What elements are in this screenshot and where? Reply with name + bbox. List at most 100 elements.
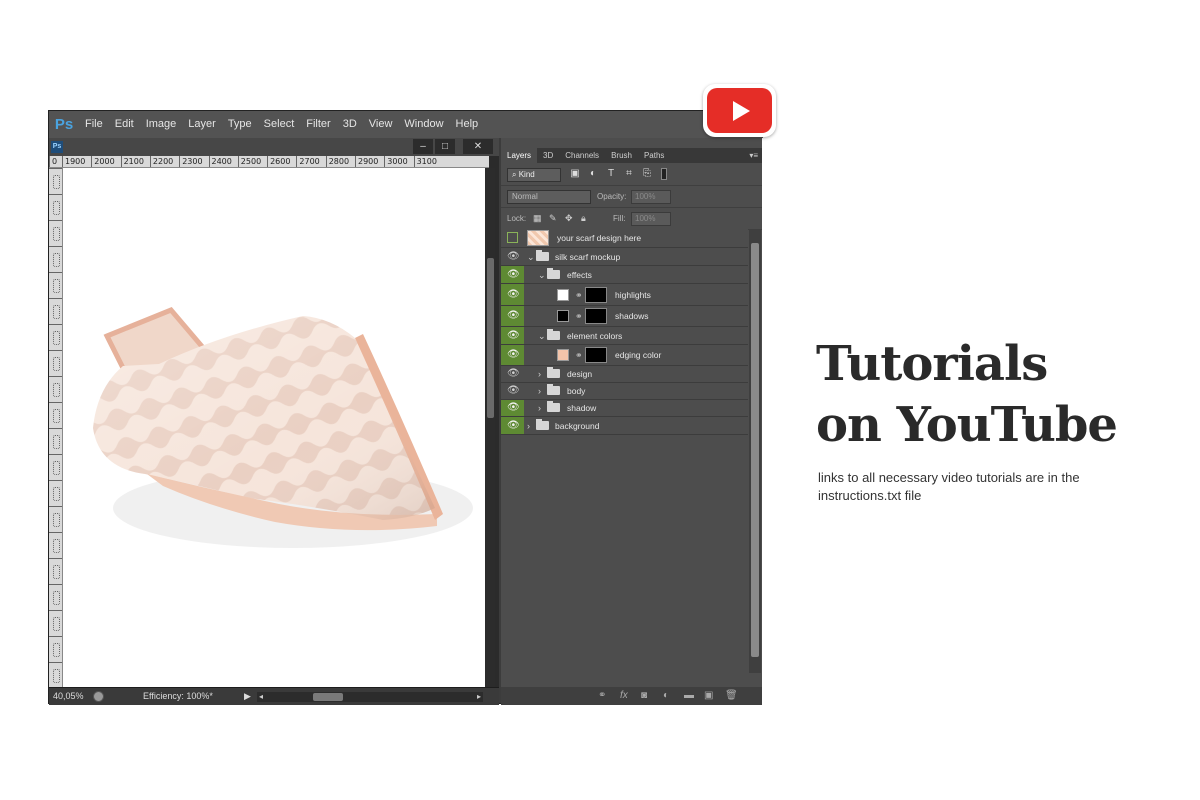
trash-icon[interactable]: 🗑︎: [725, 690, 738, 702]
new-group-icon[interactable]: ▬: [684, 690, 694, 702]
adjustment-layer-icon[interactable]: ◐: [663, 690, 669, 702]
scroll-thumb[interactable]: [487, 258, 494, 418]
visibility-toggle[interactable]: 👁︎: [501, 400, 524, 416]
lock-pixels-icon[interactable]: ✎: [549, 213, 557, 224]
close-button[interactable]: ✕: [463, 139, 493, 154]
layer-row-fill[interactable]: 👁︎ ⚭ highlights: [501, 284, 748, 306]
color-swatch[interactable]: [557, 289, 569, 301]
eye-icon: 👁︎: [507, 368, 520, 380]
layer-name: effects: [567, 269, 592, 281]
lock-row: Lock: ▦ ✎ ✥ 🔒︎ Fill: 100%: [501, 208, 762, 230]
youtube-badge[interactable]: [703, 84, 776, 137]
type-filter-icon[interactable]: T: [605, 168, 617, 180]
menu-view[interactable]: View: [363, 111, 399, 138]
status-info-icon[interactable]: [93, 691, 104, 702]
tab-channels[interactable]: Channels: [559, 148, 605, 163]
menu-select[interactable]: Select: [258, 111, 301, 138]
chevron-down-icon[interactable]: ⌄: [527, 251, 535, 263]
visibility-toggle[interactable]: 👁︎: [501, 306, 524, 326]
tab-brush[interactable]: Brush: [605, 148, 638, 163]
scroll-left-icon[interactable]: ◂: [259, 692, 263, 701]
visibility-toggle[interactable]: 👁︎: [501, 266, 524, 283]
visibility-toggle[interactable]: [501, 229, 524, 247]
document-vertical-scrollbar[interactable]: [486, 168, 495, 687]
menu-window[interactable]: Window: [398, 111, 449, 138]
eye-icon: 👁︎: [507, 402, 520, 414]
chevron-right-icon[interactable]: ›: [538, 368, 541, 380]
blend-mode-select[interactable]: Normal: [507, 190, 591, 204]
tab-paths[interactable]: Paths: [638, 148, 670, 163]
scroll-thumb[interactable]: [313, 693, 343, 701]
link-layers-icon[interactable]: ⚭: [598, 690, 606, 702]
filter-toggle[interactable]: [661, 168, 667, 180]
chevron-right-icon[interactable]: ›: [527, 420, 530, 432]
link-icon[interactable]: ⚭: [575, 310, 583, 322]
ruler-tick: [49, 532, 63, 558]
layer-row-group[interactable]: 👁︎ › shadow: [501, 400, 748, 417]
menu-image[interactable]: Image: [140, 111, 183, 138]
pixel-filter-icon[interactable]: ▣: [569, 168, 581, 180]
menu-edit[interactable]: Edit: [109, 111, 140, 138]
visibility-toggle[interactable]: 👁︎: [501, 248, 524, 265]
layer-row-group[interactable]: 👁︎ › design: [501, 366, 748, 383]
scroll-right-icon[interactable]: ▸: [477, 692, 481, 701]
visibility-toggle[interactable]: 👁︎: [501, 327, 524, 344]
menu-3d[interactable]: 3D: [337, 111, 363, 138]
link-icon[interactable]: ⚭: [575, 289, 583, 301]
shape-filter-icon[interactable]: ⌗: [623, 168, 635, 180]
maximize-button[interactable]: □: [435, 139, 455, 154]
canvas[interactable]: [63, 168, 485, 687]
menu-filter[interactable]: Filter: [300, 111, 336, 138]
chevron-right-icon[interactable]: ›: [538, 385, 541, 397]
layer-name: shadows: [615, 310, 649, 322]
visibility-toggle[interactable]: 👁︎: [501, 345, 524, 365]
smart-object-filter-icon[interactable]: ⎘: [641, 168, 653, 180]
color-swatch[interactable]: [557, 349, 569, 361]
layer-row-group[interactable]: 👁︎ ⌄ effects: [501, 266, 748, 284]
layer-row-smart[interactable]: your scarf design here: [501, 229, 748, 248]
adjustment-filter-icon[interactable]: ◐: [587, 168, 599, 180]
layers-scrollbar[interactable]: [749, 229, 761, 673]
status-menu-arrow-icon[interactable]: ▶: [244, 691, 251, 702]
visibility-toggle[interactable]: 👁︎: [501, 366, 524, 382]
layer-row-group[interactable]: 👁︎ ⌄ element colors: [501, 327, 748, 345]
visibility-toggle[interactable]: 👁︎: [501, 284, 524, 305]
menu-layer[interactable]: Layer: [182, 111, 222, 138]
link-icon[interactable]: ⚭: [575, 349, 583, 361]
layer-row-group[interactable]: 👁︎ › background: [501, 417, 748, 435]
color-swatch[interactable]: [557, 310, 569, 322]
tab-layers[interactable]: Layers: [501, 148, 537, 163]
new-layer-icon[interactable]: ▣: [704, 690, 713, 702]
layer-row-group[interactable]: 👁︎ › body: [501, 383, 748, 400]
lock-position-icon[interactable]: ✥: [565, 213, 573, 224]
menu-help[interactable]: Help: [450, 111, 485, 138]
chevron-down-icon[interactable]: ⌄: [538, 330, 546, 342]
chevron-down-icon[interactable]: ⌄: [538, 269, 546, 281]
panel-menu-icon[interactable]: ▾≡: [749, 148, 758, 163]
tab-3d[interactable]: 3D: [537, 148, 559, 163]
fill-input[interactable]: 100%: [631, 212, 671, 226]
layer-name: background: [555, 420, 599, 432]
lock-transparency-icon[interactable]: ▦: [533, 213, 542, 224]
add-mask-icon[interactable]: ◙: [641, 690, 647, 702]
ruler-tick: 3000: [384, 156, 407, 168]
folder-icon: [547, 331, 560, 340]
filter-kind-select[interactable]: ⌕ Kind: [507, 168, 561, 182]
menu-type[interactable]: Type: [222, 111, 258, 138]
visibility-toggle[interactable]: 👁︎: [501, 383, 524, 399]
lock-all-icon[interactable]: 🔒︎: [581, 213, 586, 224]
layer-row-fill[interactable]: 👁︎ ⚭ shadows: [501, 306, 748, 327]
menu-file[interactable]: File: [79, 111, 109, 138]
opacity-input[interactable]: 100%: [631, 190, 671, 204]
layer-row-fill[interactable]: 👁︎ ⚭ edging color: [501, 345, 748, 366]
layer-row-group[interactable]: 👁︎ ⌄ silk scarf mockup: [501, 248, 748, 266]
minimize-button[interactable]: –: [413, 139, 433, 154]
visibility-toggle[interactable]: 👁︎: [501, 417, 524, 434]
chevron-right-icon[interactable]: ›: [538, 402, 541, 414]
zoom-level[interactable]: 40,05%: [53, 691, 84, 701]
fx-icon[interactable]: fx: [620, 690, 628, 702]
scroll-thumb[interactable]: [751, 243, 759, 657]
layer-list: your scarf design here 👁︎ ⌄ silk scarf m…: [501, 229, 748, 673]
ruler-tick: 2000: [91, 156, 114, 168]
document-horizontal-scrollbar[interactable]: ◂ ▸: [257, 692, 483, 702]
